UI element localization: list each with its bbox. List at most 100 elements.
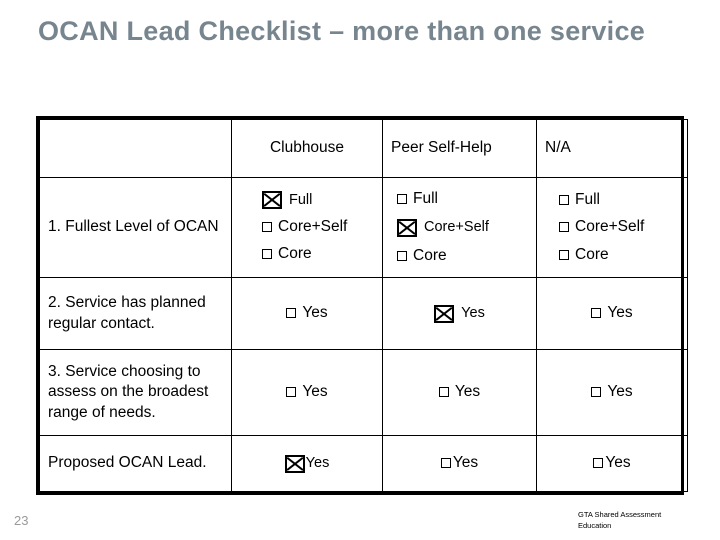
header-label-peer-self-help: Peer Self-Help	[391, 139, 492, 157]
cell-row2-clubhouse: Yes	[231, 277, 383, 350]
option-group-row1-peer: Full Core+Self Core	[383, 182, 536, 273]
checkbox-option[interactable]: Core	[262, 244, 312, 264]
header-cell-na: N/A	[536, 119, 688, 178]
option-group-row4-clubhouse: Yes	[232, 444, 382, 483]
checkbox-unchecked-icon[interactable]	[559, 195, 569, 206]
row-label-2: 2. Service has planned regular contact.	[48, 294, 206, 332]
checkbox-unchecked-icon[interactable]	[593, 458, 604, 469]
option-group-row4-na: Yes	[537, 443, 687, 483]
table-row: 2. Service has planned regular contact. …	[39, 277, 688, 350]
option-group-row4-peer: Yes	[383, 443, 536, 483]
row-label-cell: 1. Fullest Level of OCAN	[39, 177, 232, 278]
option-group-row1-clubhouse: Full Core+Self Core	[232, 184, 382, 271]
checkbox-checked-icon[interactable]	[284, 454, 305, 473]
checkbox-option-label: Yes	[454, 383, 481, 401]
checkbox-option[interactable]: Core+Self	[559, 217, 644, 237]
checkbox-unchecked-icon[interactable]	[591, 308, 602, 319]
checkbox-unchecked-icon[interactable]	[440, 458, 451, 469]
cell-row2-peer: Yes	[382, 277, 537, 350]
option-group-row2-na: Yes	[537, 293, 687, 333]
checkbox-option[interactable]: Core+Self	[397, 218, 489, 237]
checkbox-option-label: Core+Self	[278, 217, 348, 235]
header-label-blank	[40, 144, 231, 154]
checkbox-unchecked-icon[interactable]	[591, 387, 602, 398]
footer-note-line1: GTA Shared Assessment	[578, 510, 662, 519]
option-group-row3-peer: Yes	[383, 372, 536, 412]
checkbox-option-label: Yes	[461, 305, 485, 322]
cell-row2-na: Yes	[536, 277, 688, 350]
option-group-row2-clubhouse: Yes	[232, 293, 382, 333]
cell-row1-clubhouse: Full Core+Self Core	[231, 177, 383, 278]
checkbox-unchecked-icon[interactable]	[559, 222, 569, 233]
checkbox-option-label: Core	[278, 244, 312, 262]
cell-row3-clubhouse: Yes	[231, 349, 383, 436]
checkbox-option[interactable]: Yes	[284, 454, 330, 473]
checkbox-option[interactable]: Yes	[591, 382, 633, 402]
checkbox-unchecked-icon[interactable]	[438, 387, 449, 398]
option-group-row1-na: Full Core+Self Core	[537, 183, 687, 271]
checkbox-option-label: Yes	[607, 383, 633, 401]
checkbox-option-label: Full	[575, 191, 600, 209]
row-label-cell: 2. Service has planned regular contact.	[39, 277, 232, 350]
checkbox-option-label: Core	[413, 246, 447, 264]
footer-note: GTA Shared Assessment Education	[578, 510, 708, 532]
page-number: 23	[14, 513, 29, 528]
checkbox-unchecked-icon[interactable]	[286, 308, 297, 319]
checkbox-option-label: Yes	[605, 454, 631, 472]
checkbox-option-label: Yes	[305, 455, 330, 472]
checklist-table: Clubhouse Peer Self-Help N/A 1. Fullest …	[39, 119, 688, 492]
checkbox-option[interactable]: Yes	[593, 453, 631, 473]
checkbox-option[interactable]: Core	[397, 246, 447, 266]
page-title: OCAN Lead Checklist – more than one serv…	[38, 16, 646, 46]
row-label-4: Proposed OCAN Lead.	[48, 454, 207, 472]
cell-row1-peer: Full Core+Self Core	[382, 177, 537, 278]
checkbox-option[interactable]: Yes	[286, 382, 328, 402]
checkbox-option[interactable]: Full	[262, 191, 312, 210]
checkbox-checked-icon[interactable]	[397, 218, 417, 237]
checkbox-unchecked-icon[interactable]	[262, 248, 272, 259]
checkbox-checked-icon[interactable]	[262, 191, 282, 210]
checkbox-checked-icon[interactable]	[434, 304, 455, 323]
footer-note-line2: Education	[578, 520, 612, 530]
row-label-cell: 3. Service choosing to assess on the bro…	[39, 349, 232, 436]
option-group-row2-peer: Yes	[383, 294, 536, 333]
checkbox-option-label: Core+Self	[575, 218, 645, 236]
checkbox-unchecked-icon[interactable]	[397, 194, 407, 204]
checkbox-option-label: Core	[575, 245, 609, 263]
table-header-row: Clubhouse Peer Self-Help N/A	[39, 119, 688, 178]
checklist-table-frame: Clubhouse Peer Self-Help N/A 1. Fullest …	[36, 116, 688, 495]
row-label-1: 1. Fullest Level of OCAN	[48, 218, 219, 236]
row-label-3: 3. Service choosing to assess on the bro…	[48, 363, 209, 421]
header-label-na: N/A	[545, 139, 571, 157]
checkbox-option-label: Full	[413, 189, 438, 207]
checkbox-option[interactable]: Core+Self	[262, 217, 347, 237]
checkbox-option-label: Yes	[302, 383, 328, 401]
checkbox-option-label: Yes	[302, 304, 328, 322]
header-cell-peer-self-help: Peer Self-Help	[382, 119, 537, 178]
cell-row3-na: Yes	[536, 349, 688, 436]
checkbox-option[interactable]: Full	[559, 190, 600, 210]
cell-row4-na: Yes	[536, 435, 688, 492]
checkbox-option[interactable]: Yes	[286, 303, 328, 323]
checkbox-option[interactable]: Core	[559, 245, 609, 265]
checkbox-option[interactable]: Yes	[434, 304, 485, 323]
checkbox-option-label: Yes	[607, 304, 633, 322]
header-cell-clubhouse: Clubhouse	[231, 119, 383, 178]
row-label-cell: Proposed OCAN Lead.	[39, 435, 232, 492]
checkbox-unchecked-icon[interactable]	[397, 250, 407, 261]
cell-row4-peer: Yes	[382, 435, 537, 492]
checkbox-unchecked-icon[interactable]	[559, 249, 569, 260]
table-row: Proposed OCAN Lead. Yes Yes Yes	[39, 435, 688, 492]
cell-row1-na: Full Core+Self Core	[536, 177, 688, 278]
checkbox-option[interactable]: Yes	[438, 382, 481, 402]
header-label-clubhouse: Clubhouse	[269, 139, 345, 157]
checkbox-option-label: Full	[289, 191, 313, 208]
checkbox-option-label: Yes	[452, 454, 479, 472]
checkbox-option[interactable]: Full	[397, 189, 438, 209]
checkbox-unchecked-icon[interactable]	[262, 221, 272, 232]
checkbox-option[interactable]: Yes	[440, 453, 479, 473]
checkbox-option[interactable]: Yes	[591, 303, 633, 323]
option-group-row3-clubhouse: Yes	[232, 372, 382, 412]
checkbox-unchecked-icon[interactable]	[286, 387, 297, 398]
option-group-row3-na: Yes	[537, 372, 687, 412]
